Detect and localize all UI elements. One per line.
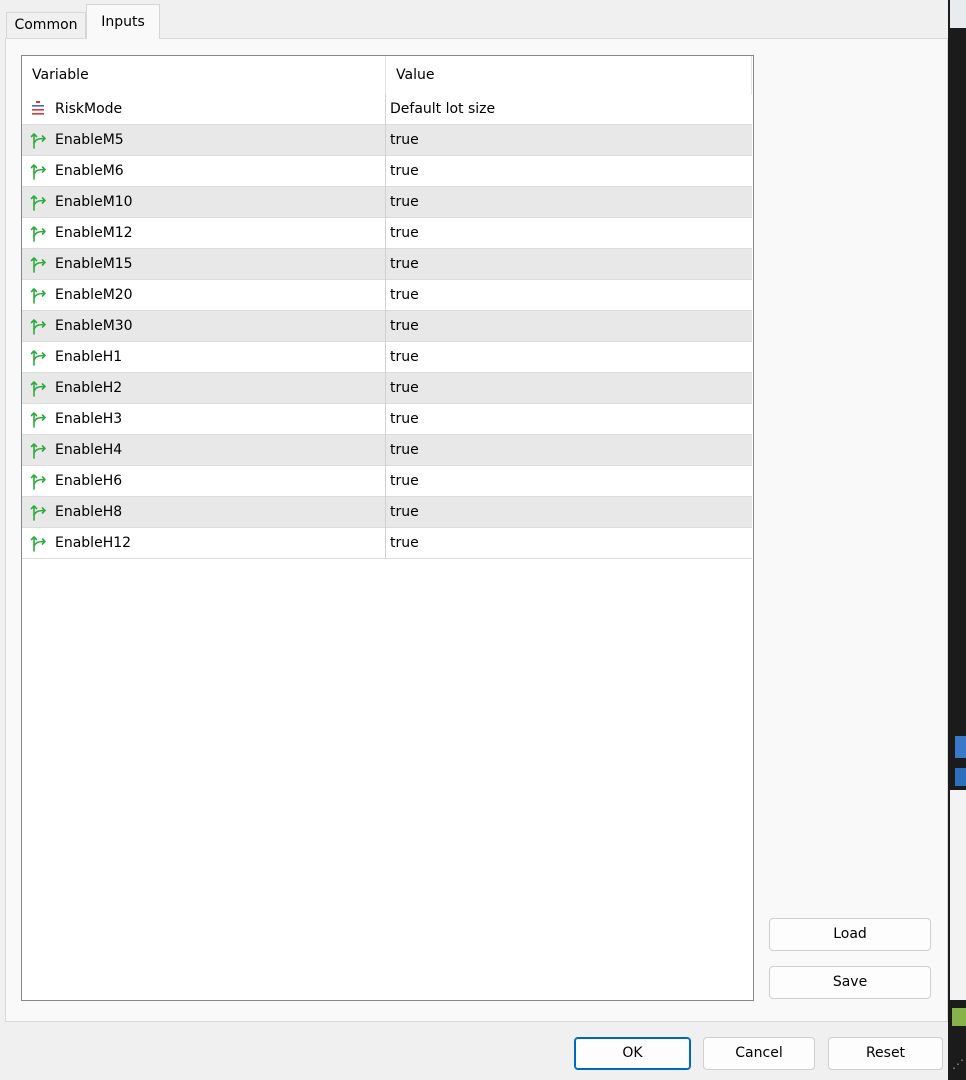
ok-button[interactable]: OK (574, 1037, 691, 1070)
enum-icon (30, 100, 48, 118)
variable-value[interactable]: true (390, 435, 419, 466)
background-window-edge (950, 790, 966, 1000)
inputs-grid: Variable Value RiskMode Default lot size E… (21, 55, 754, 1001)
table-row[interactable]: EnableM12 true (22, 218, 752, 249)
bool-icon (30, 379, 48, 397)
cell-divider (385, 342, 386, 373)
variable-name: EnableH2 (55, 380, 123, 396)
table-row[interactable]: EnableM10 true (22, 187, 752, 218)
cell-divider (385, 280, 386, 311)
variable-value[interactable]: true (390, 342, 419, 373)
reset-button[interactable]: Reset (828, 1037, 943, 1070)
cancel-button[interactable]: Cancel (703, 1037, 815, 1070)
table-row[interactable]: EnableH8 true (22, 497, 752, 528)
column-divider[interactable] (751, 56, 752, 94)
bool-icon (30, 503, 48, 521)
column-header-variable[interactable]: Variable (32, 56, 89, 94)
bool-icon (30, 472, 48, 490)
tab-bar: Common Inputs (0, 0, 950, 40)
bool-icon (30, 224, 48, 242)
variable-name: EnableH1 (55, 349, 123, 365)
variable-value[interactable]: true (390, 280, 419, 311)
variable-value[interactable]: true (390, 373, 419, 404)
grid-header: Variable Value (22, 56, 752, 94)
cell-divider (385, 373, 386, 404)
table-row[interactable]: EnableH2 true (22, 373, 752, 404)
bool-icon (30, 162, 48, 180)
table-row[interactable]: EnableH4 true (22, 435, 752, 466)
variable-name: EnableH12 (55, 535, 132, 551)
variable-value[interactable]: true (390, 187, 419, 218)
table-row[interactable]: EnableH6 true (22, 466, 752, 497)
bool-icon (30, 410, 48, 428)
background-window-edge (950, 0, 966, 28)
save-button[interactable]: Save (769, 966, 931, 999)
bool-icon (30, 317, 48, 335)
variable-name: EnableH6 (55, 473, 123, 489)
variable-name: EnableH3 (55, 411, 123, 427)
variable-value[interactable]: true (390, 497, 419, 528)
cell-divider (385, 528, 386, 559)
cell-divider (385, 497, 386, 528)
variable-value[interactable]: true (390, 249, 419, 280)
cell-divider (385, 311, 386, 342)
cell-divider (385, 187, 386, 218)
variable-name: EnableM12 (55, 225, 133, 241)
bool-icon (30, 255, 48, 273)
table-row[interactable]: EnableH1 true (22, 342, 752, 373)
bool-icon (30, 534, 48, 552)
column-divider[interactable] (385, 56, 386, 94)
table-row[interactable]: EnableM6 true (22, 156, 752, 187)
tab-inputs[interactable]: Inputs (86, 4, 160, 39)
cell-divider (385, 218, 386, 249)
variable-name: EnableM6 (55, 163, 124, 179)
table-row[interactable]: RiskMode Default lot size (22, 94, 752, 125)
variable-value[interactable]: true (390, 156, 419, 187)
bool-icon (30, 286, 48, 304)
table-row[interactable]: EnableH12 true (22, 528, 752, 559)
variable-name: EnableM20 (55, 287, 133, 303)
cell-divider (385, 404, 386, 435)
cell-divider (385, 435, 386, 466)
table-row[interactable]: EnableM5 true (22, 125, 752, 156)
bool-icon (30, 131, 48, 149)
table-row[interactable]: EnableM20 true (22, 280, 752, 311)
variable-name: RiskMode (55, 101, 123, 117)
background-window-edge (955, 768, 966, 786)
bool-icon (30, 441, 48, 459)
variable-value[interactable]: Default lot size (390, 94, 495, 125)
variable-name: EnableH8 (55, 504, 123, 520)
variable-name: EnableM30 (55, 318, 133, 334)
variable-name: EnableM10 (55, 194, 133, 210)
variable-value[interactable]: true (390, 311, 419, 342)
tab-common[interactable]: Common (6, 12, 86, 39)
table-row[interactable]: EnableM15 true (22, 249, 752, 280)
variable-value[interactable]: true (390, 218, 419, 249)
background-window-edge (955, 736, 966, 758)
cell-divider (385, 249, 386, 280)
table-row[interactable]: EnableH3 true (22, 404, 752, 435)
cell-divider (385, 466, 386, 497)
table-row[interactable]: EnableM30 true (22, 311, 752, 342)
resize-grip-icon[interactable]: ⋰ (952, 1058, 964, 1070)
load-button[interactable]: Load (769, 918, 931, 951)
bool-icon (30, 193, 48, 211)
variable-value[interactable]: true (390, 466, 419, 497)
variable-name: EnableH4 (55, 442, 123, 458)
column-header-value[interactable]: Value (396, 56, 434, 94)
cell-divider (385, 94, 386, 125)
variable-value[interactable]: true (390, 404, 419, 435)
variable-value[interactable]: true (390, 528, 419, 559)
variable-name: EnableM15 (55, 256, 133, 272)
variable-name: EnableM5 (55, 132, 124, 148)
bool-icon (30, 348, 48, 366)
cell-divider (385, 156, 386, 187)
background-window-edge (952, 1008, 966, 1026)
cell-divider (385, 125, 386, 156)
variable-value[interactable]: true (390, 125, 419, 156)
